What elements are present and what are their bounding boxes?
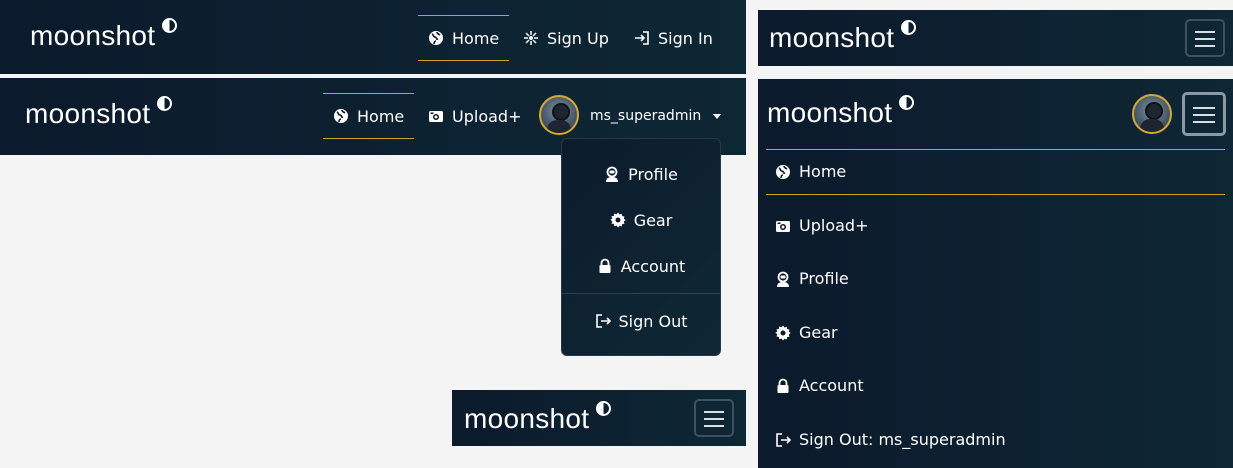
astronaut-icon xyxy=(775,271,791,287)
nav-signin-label: Sign In xyxy=(658,28,713,48)
dropdown-divider xyxy=(562,293,720,294)
menu-active-border-bottom xyxy=(766,194,1225,195)
user-avatar[interactable] xyxy=(539,95,579,135)
gear-icon xyxy=(775,325,791,341)
sign-out-icon xyxy=(595,313,611,329)
dropdown-item-profile[interactable]: Profile xyxy=(562,159,720,189)
moon-icon xyxy=(162,18,178,33)
mobile-menu-account-label: Account xyxy=(799,376,864,395)
nav-home-link[interactable]: Home xyxy=(418,15,510,61)
dropdown-gear-label: Gear xyxy=(633,210,673,230)
astronaut-icon xyxy=(604,166,620,182)
navbar-mobile-collapsed: moonshot xyxy=(758,10,1233,66)
dropdown-signout-label: Sign Out xyxy=(618,311,688,331)
caret-down-icon xyxy=(713,113,722,119)
nav-signup-label: Sign Up xyxy=(547,28,609,48)
brand-text: moonshot xyxy=(767,97,893,128)
moon-icon xyxy=(899,95,915,110)
brand-text: moonshot xyxy=(25,98,151,129)
nav-signup-link[interactable]: Sign Up xyxy=(523,16,609,60)
mobile-menu-profile-label: Profile xyxy=(799,269,849,288)
mobile-menu-profile[interactable]: Profile xyxy=(775,269,849,288)
camera-icon xyxy=(775,218,791,234)
moon-icon xyxy=(901,20,917,35)
moon-icon xyxy=(596,401,612,416)
mobile-menu-signout-label: Sign Out: ms_superadmin xyxy=(799,430,1006,449)
brand-logo[interactable]: moonshot xyxy=(464,401,612,435)
username-label: ms_superadmin xyxy=(590,108,702,124)
hamburger-icon xyxy=(704,411,724,413)
gear-icon xyxy=(609,212,626,228)
brand-logo[interactable]: moonshot xyxy=(25,96,173,130)
nav-upload-link[interactable]: Upload+ xyxy=(428,94,521,138)
navbar-guest-desktop: moonshot Home Sign Up Sign In xyxy=(0,0,746,74)
hamburger-menu-button[interactable] xyxy=(1185,19,1225,57)
brand-logo[interactable]: moonshot xyxy=(30,18,178,52)
hamburger-icon xyxy=(1193,107,1215,109)
hamburger-menu-button[interactable] xyxy=(1182,92,1226,136)
navbar-mobile-small: moonshot xyxy=(452,390,746,446)
mobile-menu-account[interactable]: Account xyxy=(775,376,864,395)
sign-in-icon xyxy=(634,30,650,46)
mobile-menu-home[interactable]: Home xyxy=(775,162,846,181)
lock-icon xyxy=(597,258,613,274)
globe-icon xyxy=(333,108,349,124)
nav-upload-label: Upload+ xyxy=(452,106,522,126)
user-avatar[interactable] xyxy=(1132,94,1172,134)
dropdown-account-label: Account xyxy=(620,256,686,276)
hamburger-line xyxy=(1195,45,1215,47)
nav-signin-link[interactable]: Sign In xyxy=(634,16,713,60)
nav-home-label: Home xyxy=(357,106,405,126)
signup-icon xyxy=(523,30,539,46)
user-menu-toggle[interactable]: ms_superadmin xyxy=(590,94,722,138)
globe-icon xyxy=(775,164,791,180)
camera-icon xyxy=(428,108,444,124)
mobile-menu-home-label: Home xyxy=(799,162,847,181)
hamburger-line xyxy=(704,418,724,420)
brand-logo[interactable]: moonshot xyxy=(767,95,915,129)
hamburger-menu-button[interactable] xyxy=(694,399,734,437)
dropdown-item-gear[interactable]: Gear xyxy=(562,205,720,235)
mobile-menu-signout[interactable]: Sign Out: ms_superadmin xyxy=(775,430,1006,449)
mobile-menu-gear[interactable]: Gear xyxy=(775,323,838,342)
mobile-menu-gear-label: Gear xyxy=(799,323,838,342)
globe-icon xyxy=(428,30,444,46)
brand-text: moonshot xyxy=(30,20,156,51)
lock-icon xyxy=(775,378,791,394)
hamburger-line xyxy=(1193,121,1215,123)
dropdown-item-account[interactable]: Account xyxy=(562,251,720,281)
hamburger-line xyxy=(704,425,724,427)
nav-home-link[interactable]: Home xyxy=(323,93,415,139)
mobile-menu-upload-label: Upload+ xyxy=(799,216,869,235)
hamburger-line xyxy=(1195,38,1215,40)
brand-text: moonshot xyxy=(769,22,895,53)
dropdown-profile-label: Profile xyxy=(628,164,678,184)
brand-text: moonshot xyxy=(464,403,590,434)
dropdown-item-signout[interactable]: Sign Out xyxy=(562,306,720,336)
hamburger-line xyxy=(1193,114,1215,116)
brand-logo[interactable]: moonshot xyxy=(769,20,917,54)
mobile-menu-upload[interactable]: Upload+ xyxy=(775,216,868,235)
sign-out-icon xyxy=(775,432,791,448)
moon-icon xyxy=(157,96,173,111)
user-dropdown-menu: Profile Gear Account Sign Out xyxy=(561,138,721,356)
hamburger-icon xyxy=(1195,31,1215,33)
nav-home-label: Home xyxy=(452,28,500,48)
menu-active-border-top xyxy=(766,149,1225,150)
